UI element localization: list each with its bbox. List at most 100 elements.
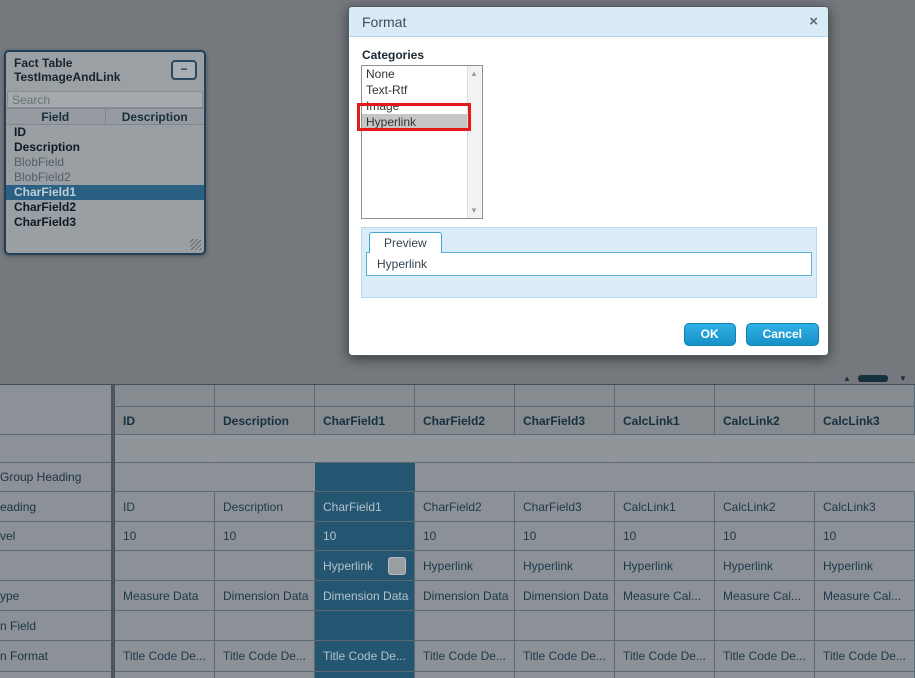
category-item-hyperlink[interactable]: Hyperlink (362, 114, 467, 130)
grid-cell[interactable]: CalcLink1 (615, 492, 715, 522)
tab-preview[interactable]: Preview (369, 232, 442, 253)
grid-row-label[interactable] (0, 672, 111, 678)
grid-column-header[interactable]: CalcLink3 (815, 407, 915, 435)
grid-cell[interactable]: CharField2 (415, 492, 515, 522)
minimize-button[interactable]: − (171, 60, 197, 80)
grid-cell[interactable] (115, 551, 215, 581)
grid-cell[interactable]: CharField1 (315, 492, 415, 522)
grid-cell[interactable] (215, 385, 315, 407)
grid-cell[interactable]: Dimension Data (215, 581, 315, 611)
grid-cell[interactable] (215, 672, 315, 678)
grid-column-header[interactable]: Description (215, 407, 315, 435)
grid-cell[interactable]: Title Code De... (215, 641, 315, 672)
grid-cell[interactable] (315, 463, 415, 492)
fact-field-charfield2[interactable]: CharField2 (6, 200, 204, 215)
fact-field-charfield1[interactable]: CharField1 (6, 185, 204, 200)
grid-cell[interactable]: Measure Cal... (615, 581, 715, 611)
ok-button[interactable]: OK (684, 323, 736, 346)
fact-field-blobfield2[interactable]: BlobField2 (6, 170, 204, 185)
grid-cell[interactable]: ID (115, 492, 215, 522)
grid-cell[interactable]: CharField3 (515, 492, 615, 522)
grid-cell[interactable] (715, 672, 815, 678)
grid-cell[interactable] (715, 435, 815, 463)
preview-value-field[interactable]: Hyperlink (366, 252, 812, 276)
grid-cell[interactable]: Description (215, 492, 315, 522)
grid-cell[interactable] (215, 551, 315, 581)
grid-row-label[interactable]: eading (0, 492, 111, 522)
grid-cell[interactable] (115, 385, 215, 407)
grid-cell[interactable]: 10 (315, 522, 415, 551)
grid-cell[interactable]: Title Code De... (715, 641, 815, 672)
grid-row-label[interactable] (0, 551, 111, 581)
grid-cell[interactable] (115, 435, 215, 463)
grid-cell[interactable]: Title Code De... (115, 641, 215, 672)
scroll-up-icon[interactable]: ▲ (470, 69, 478, 78)
grid-cell[interactable]: Title Code De... (815, 641, 915, 672)
grid-cell[interactable] (715, 385, 815, 407)
grid-cell[interactable] (815, 672, 915, 678)
grid-column-header[interactable]: CalcLink1 (615, 407, 715, 435)
format-ellipsis-button[interactable] (388, 557, 406, 575)
grid-cell[interactable] (815, 435, 915, 463)
grid-row-label[interactable]: ype (0, 581, 111, 611)
grid-cell[interactable] (815, 463, 915, 492)
grid-cell[interactable] (115, 611, 215, 641)
grid-cell[interactable] (415, 611, 515, 641)
grid-cell[interactable]: Title Code De... (415, 641, 515, 672)
grid-cell[interactable] (315, 385, 415, 407)
grid-cell[interactable] (315, 611, 415, 641)
grid-cell[interactable] (515, 435, 615, 463)
grid-cell[interactable] (815, 611, 915, 641)
field-column-header[interactable]: Field (6, 109, 106, 124)
grid-cell[interactable]: Hyperlink (315, 551, 415, 581)
grid-column-header[interactable]: CharField2 (415, 407, 515, 435)
grid-cell[interactable] (115, 463, 215, 492)
grid-cell[interactable] (615, 385, 715, 407)
grid-cell[interactable]: 10 (115, 522, 215, 551)
grid-cell[interactable] (315, 672, 415, 678)
fact-field-charfield3[interactable]: CharField3 (6, 215, 204, 230)
grid-cell[interactable]: Measure Data (115, 581, 215, 611)
grid-cell[interactable] (615, 611, 715, 641)
grid-column-header[interactable]: CharField1 (315, 407, 415, 435)
grid-cell[interactable] (615, 463, 715, 492)
fact-field-blobfield[interactable]: BlobField (6, 155, 204, 170)
grid-cell[interactable] (215, 435, 315, 463)
grid-cell[interactable]: Hyperlink (615, 551, 715, 581)
grid-cell[interactable]: CalcLink2 (715, 492, 815, 522)
grid-cell[interactable]: 10 (415, 522, 515, 551)
grid-cell[interactable]: 10 (215, 522, 315, 551)
grid-cell[interactable]: Dimension Data (315, 581, 415, 611)
grid-cell[interactable] (715, 611, 815, 641)
grid-cell[interactable] (215, 463, 315, 492)
grid-column-header[interactable]: ID (115, 407, 215, 435)
grid-row-label[interactable] (0, 435, 111, 463)
grid-cell[interactable] (815, 385, 915, 407)
grid-column-header[interactable]: CharField3 (515, 407, 615, 435)
grid-row-label[interactable]: n Format (0, 641, 111, 672)
grid-cell[interactable]: 10 (715, 522, 815, 551)
grid-cell[interactable] (515, 672, 615, 678)
grid-row-label[interactable] (0, 407, 111, 435)
grid-cell[interactable] (615, 672, 715, 678)
close-icon[interactable]: × (809, 13, 818, 30)
description-column-header[interactable]: Description (106, 109, 205, 124)
grid-cell[interactable]: Hyperlink (815, 551, 915, 581)
fact-field-description[interactable]: Description (6, 140, 204, 155)
grid-cell[interactable]: Title Code De... (315, 641, 415, 672)
splitter-collapse-up-icon[interactable]: ▲ (843, 374, 851, 383)
grid-cell[interactable] (515, 611, 615, 641)
cancel-button[interactable]: Cancel (746, 323, 819, 346)
grid-cell[interactable] (515, 463, 615, 492)
grid-column-header[interactable]: CalcLink2 (715, 407, 815, 435)
grid-cell[interactable]: CalcLink3 (815, 492, 915, 522)
grid-row-label[interactable] (0, 385, 111, 407)
grid-cell[interactable] (515, 385, 615, 407)
listbox-scrollbar[interactable]: ▲ ▼ (467, 66, 482, 218)
grid-cell[interactable]: 10 (615, 522, 715, 551)
grid-cell[interactable]: 10 (515, 522, 615, 551)
fact-field-id[interactable]: ID (6, 125, 204, 140)
grid-cell[interactable]: Dimension Data (415, 581, 515, 611)
category-item-text-rtf[interactable]: Text-Rtf (362, 82, 467, 98)
resize-grip-icon[interactable] (190, 239, 201, 250)
